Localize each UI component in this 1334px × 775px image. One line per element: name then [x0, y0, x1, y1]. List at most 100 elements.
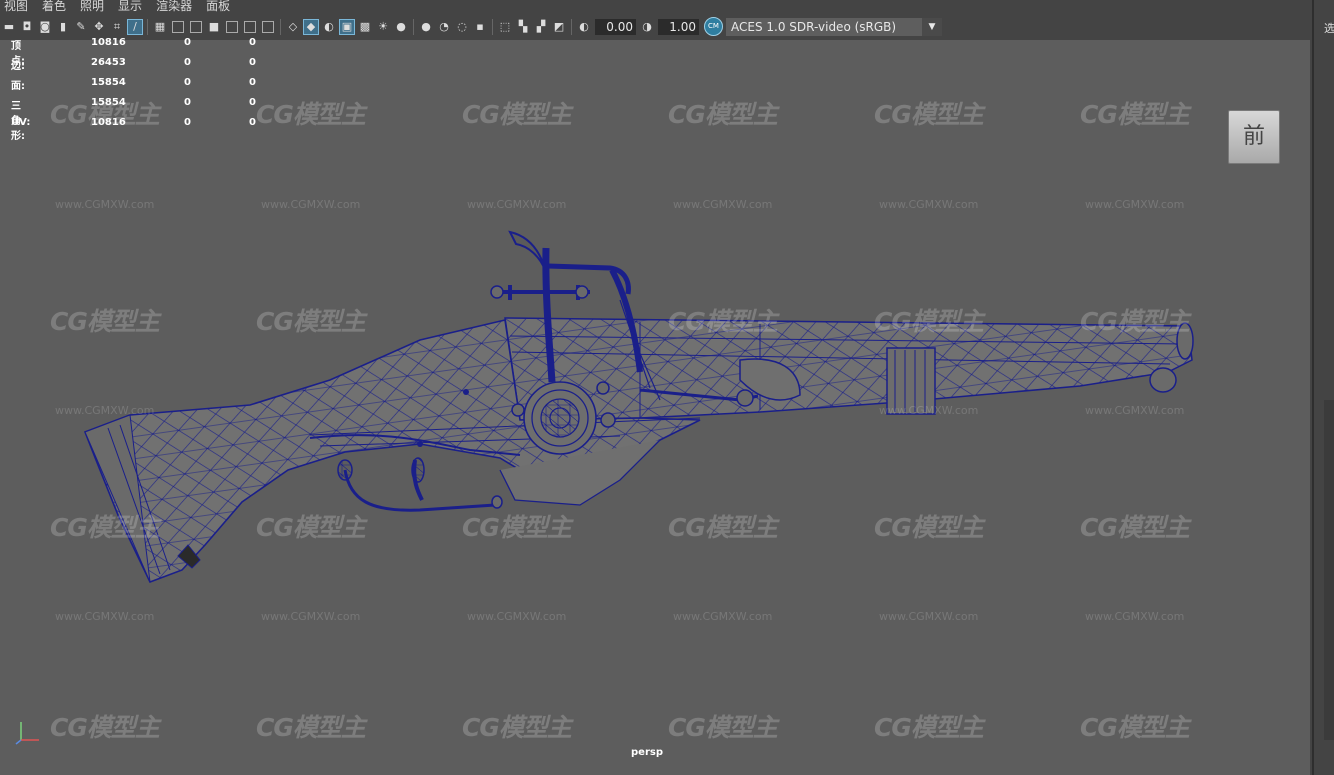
watermark-url: www.CGMXW.com: [467, 610, 567, 623]
toolbar-separator: [147, 18, 148, 35]
gamma-icon[interactable]: ◑: [640, 20, 654, 34]
smooth-shade-icon[interactable]: ◆: [303, 18, 319, 35]
watermark-logo: CG模型主: [462, 513, 572, 542]
watermark-url: www.CGMXW.com: [261, 610, 361, 623]
lights-icon[interactable]: ☀: [376, 20, 390, 34]
hud-value: 0: [184, 117, 191, 128]
wireframe-on-shaded-icon[interactable]: ▣: [339, 18, 355, 35]
toolbar-separator: [280, 18, 281, 35]
watermark-logo: CG模型主: [874, 100, 984, 129]
shadows-icon[interactable]: ●: [394, 20, 408, 34]
watermark-logo: CG模型主: [256, 513, 366, 542]
safe-title-icon[interactable]: [262, 20, 274, 33]
hud-value: 0: [184, 97, 191, 108]
panel-menubar: 视图 着色 照明 显示 渲染器 面板: [0, 0, 1310, 13]
hud-value: 0: [184, 57, 191, 68]
viewcube[interactable]: 前: [1228, 110, 1280, 164]
depth-of-field-icon[interactable]: ▪: [473, 20, 487, 34]
watermark-logo: CG模型主: [256, 713, 366, 742]
ambient-occlusion-icon[interactable]: ●: [419, 20, 433, 34]
hud-value: 10816: [91, 37, 126, 48]
use-default-material-icon[interactable]: ◐: [322, 20, 336, 34]
camera-name: persp: [631, 747, 663, 758]
bookmarks-icon[interactable]: ◙: [38, 20, 52, 34]
trigger-guard: [337, 457, 503, 512]
watermark-url: www.CGMXW.com: [55, 198, 155, 211]
watermark-logo: CG模型主: [668, 100, 778, 129]
xray-joints-icon[interactable]: ▚: [516, 20, 530, 34]
toolbar-separator: [492, 18, 493, 35]
menu-panels[interactable]: 面板: [202, 0, 236, 13]
xray-icon[interactable]: ▩: [358, 20, 372, 34]
grid-icon[interactable]: ▦: [153, 20, 167, 34]
panel-toolbar: ▬ ◘ ◙ ▮ ✎ ✥ ⌗ / ▦ ■ ◇ ◆ ◐ ▣ ▩ ☀ ● ● ◔ ◌ …: [0, 13, 1310, 40]
watermark-url: www.CGMXW.com: [673, 610, 773, 623]
2d-pan-zoom-icon[interactable]: ✥: [92, 20, 106, 34]
hud-value: 0: [184, 77, 191, 88]
toolbar-separator: [571, 18, 572, 35]
watermark-url: www.CGMXW.com: [879, 198, 979, 211]
gate-mask-icon[interactable]: ■: [207, 20, 221, 34]
view-transform-dropdown[interactable]: ACES 1.0 SDR-video (sRGB) ▼: [726, 17, 942, 36]
watermark-url: www.CGMXW.com: [879, 404, 979, 417]
hud-value: 0: [249, 37, 256, 48]
menu-renderer[interactable]: 渲染器: [152, 0, 198, 13]
watermark-logo: CG模型主: [256, 307, 366, 336]
watermark-url: www.CGMXW.com: [1085, 404, 1185, 417]
watermark-logo: CG模型主: [874, 713, 984, 742]
watermark-logo: CG模型主: [50, 513, 160, 542]
menu-lighting[interactable]: 照明: [76, 0, 110, 13]
side-panel-label: 选: [1324, 22, 1334, 35]
watermark-logo: CG模型主: [1080, 513, 1190, 542]
pen-tool-icon[interactable]: /: [127, 18, 143, 35]
image-plane-icon[interactable]: ▮: [56, 20, 70, 34]
watermark-url: www.CGMXW.com: [1085, 198, 1185, 211]
hud-label: UV:: [11, 117, 31, 128]
watermark-logo: CG模型主: [50, 713, 160, 742]
watermark-logo: CG模型主: [1080, 713, 1190, 742]
menu-show[interactable]: 显示: [114, 0, 148, 13]
hud-value: 15854: [91, 97, 126, 108]
hud-value: 15854: [91, 77, 126, 88]
select-camera-icon[interactable]: ▬: [2, 20, 16, 34]
gamma-field[interactable]: 1.00: [658, 18, 699, 35]
color-management-icon[interactable]: CM: [704, 17, 723, 36]
3d-viewport[interactable]: CG模型主 CG模型主 CG模型主 CG模型主 CG模型主 CG模型主 www.…: [0, 40, 1310, 775]
menu-view[interactable]: 视图: [0, 0, 34, 13]
backface-culling-icon[interactable]: ◩: [552, 20, 566, 34]
film-gate-icon[interactable]: [172, 20, 184, 33]
exposure-field[interactable]: 0.00: [595, 18, 636, 35]
hud-value: 0: [184, 37, 191, 48]
axis-gizmo-icon: [15, 722, 39, 745]
menu-shading[interactable]: 着色: [38, 0, 72, 13]
view-transform-value: ACES 1.0 SDR-video (sRGB): [731, 19, 897, 34]
watermark-logo: CG模型主: [1080, 307, 1190, 336]
hud-value: 0: [249, 117, 256, 128]
watermark-logo: CG模型主: [668, 513, 778, 542]
watermark-logo: CG模型主: [462, 100, 572, 129]
resolution-gate-icon[interactable]: [190, 20, 202, 33]
panel-splitter[interactable]: [1312, 0, 1314, 775]
watermark-url: www.CGMXW.com: [261, 198, 361, 211]
watermark-logo: CG模型主: [668, 307, 778, 336]
safe-action-icon[interactable]: [244, 20, 256, 33]
motion-blur-icon[interactable]: ◔: [437, 20, 451, 34]
isolate-select-icon[interactable]: ⬚: [498, 20, 512, 34]
exposure-icon[interactable]: ◐: [577, 20, 591, 34]
watermark-logo: CG模型主: [256, 100, 366, 129]
hud-value: 0: [249, 97, 256, 108]
hud-value: 26453: [91, 57, 126, 68]
watermark-url: www.CGMXW.com: [467, 198, 567, 211]
watermark-logo: CG模型主: [874, 513, 984, 542]
camera-attributes-icon[interactable]: ◘: [20, 20, 34, 34]
watermark-url: www.CGMXW.com: [1085, 610, 1185, 623]
grease-pencil-2-icon[interactable]: ⌗: [110, 20, 124, 34]
field-chart-icon[interactable]: [226, 20, 238, 33]
watermark-url: www.CGMXW.com: [55, 610, 155, 623]
watermark-logo: CG模型主: [50, 307, 160, 336]
xray-active-icon[interactable]: ▞: [534, 20, 548, 34]
anti-aliasing-icon[interactable]: ◌: [455, 20, 469, 34]
watermark-url: www.CGMXW.com: [673, 198, 773, 211]
wireframe-icon[interactable]: ◇: [286, 20, 300, 34]
grease-pencil-icon[interactable]: ✎: [74, 20, 88, 34]
